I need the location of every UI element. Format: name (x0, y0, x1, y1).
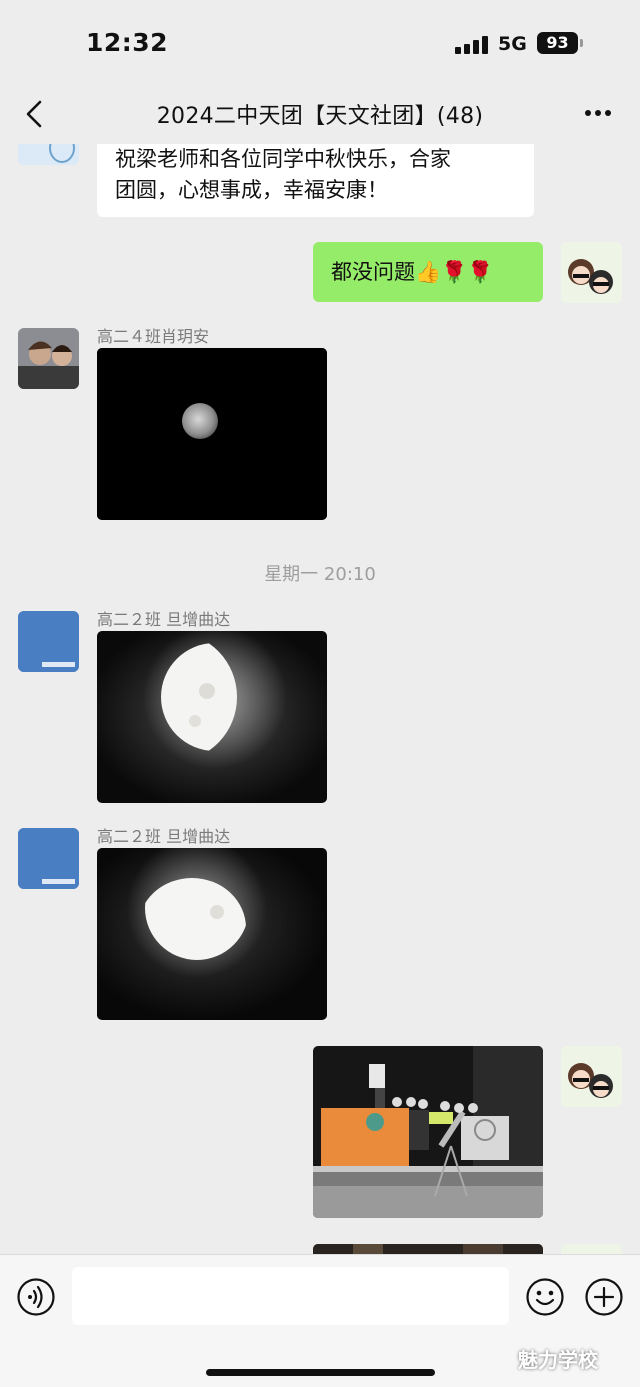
message-input[interactable] (72, 1267, 509, 1325)
avatar[interactable] (18, 328, 79, 389)
my-avatar[interactable] (561, 1244, 622, 1254)
chat-title: 2024二中天团【天文社团】(48) (156, 104, 484, 129)
avatar[interactable] (18, 611, 79, 672)
battery-tip (580, 39, 583, 47)
sender-name: 高二４班肖玥安 (97, 327, 210, 346)
avatar[interactable] (18, 144, 79, 165)
image-message[interactable] (97, 848, 327, 1020)
my-avatar[interactable] (561, 1046, 622, 1107)
message-text: 祝梁老师和各位同学中秋快乐，合家 (115, 147, 451, 171)
image-message[interactable] (97, 348, 327, 520)
message-bubble[interactable]: 祝梁老师和各位同学中秋快乐，合家 团圆，心想事成，幸福安康！ (97, 144, 534, 217)
plus-icon[interactable] (584, 1277, 624, 1317)
message-text: 都没问题👍🌹🌹 (331, 260, 494, 284)
status-bar: 12:32 5G 93 (0, 0, 640, 84)
message-text: 团圆，心想事成，幸福安康！ (115, 178, 388, 202)
home-indicator[interactable] (206, 1369, 435, 1376)
my-avatar[interactable] (561, 242, 622, 303)
input-toolbar: 魅力学校 (0, 1254, 640, 1387)
chat-header: 2024二中天团【天文社团】(48) (0, 84, 640, 144)
voice-icon[interactable] (16, 1277, 56, 1317)
more-icon[interactable] (582, 110, 614, 118)
image-message[interactable] (313, 1244, 543, 1254)
network-type: 5G (498, 33, 527, 55)
emoji-icon[interactable] (525, 1277, 565, 1317)
image-message[interactable] (97, 631, 327, 803)
avatar[interactable] (18, 828, 79, 889)
signal-icon (455, 36, 489, 54)
status-time: 12:32 (86, 28, 169, 57)
battery-icon: 93 (537, 32, 578, 54)
sender-name: 高二２班 旦增曲达 (97, 827, 231, 846)
timestamp: 星期一 20:10 (264, 564, 376, 585)
sender-name: 高二２班 旦增曲达 (97, 610, 231, 629)
message-list[interactable]: 祝梁老师和各位同学中秋快乐，合家 团圆，心想事成，幸福安康！ 都没问题👍🌹🌹 高… (0, 144, 640, 1254)
watermark: 魅力学校 (518, 1348, 598, 1372)
image-message[interactable] (313, 1046, 543, 1218)
message-bubble[interactable]: 都没问题👍🌹🌹 (313, 242, 543, 302)
